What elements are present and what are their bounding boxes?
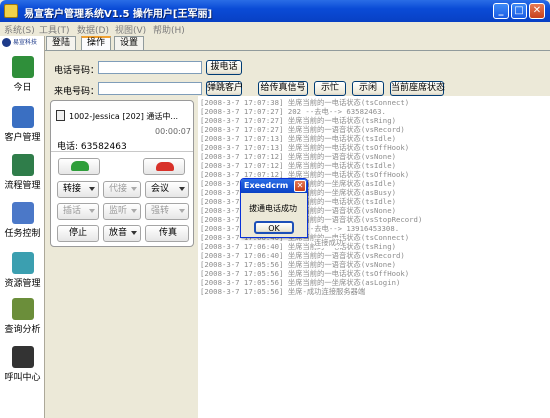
- title-bar[interactable]: 易宣客户管理系统V1.5 操作用户[王军丽] _ □ ✕: [0, 0, 550, 22]
- busy-button[interactable]: 示忙: [314, 81, 346, 96]
- log-overlay-text: 连接成功: [314, 238, 344, 248]
- answer-button[interactable]: [58, 158, 100, 175]
- chevron-down-icon: [131, 231, 137, 235]
- call-title: 1002-Jessica [202] 通话中...: [69, 112, 179, 121]
- sidebar-item-resources[interactable]: 资源管理: [0, 252, 45, 292]
- calendar-icon: [12, 56, 34, 78]
- workflow-icon: [12, 154, 34, 176]
- tab-login[interactable]: 登陆: [46, 36, 76, 50]
- event-log[interactable]: [2008-3-7 17:07:38] 坐席当前的一电话状态(tsConnect…: [198, 96, 550, 418]
- pickup-button[interactable]: 代接: [103, 181, 141, 198]
- tab-settings[interactable]: 设置: [114, 36, 144, 50]
- play-label: 放音: [109, 228, 128, 238]
- monitor-label: 监听: [109, 206, 128, 216]
- recycle-bin-icon: [12, 252, 34, 274]
- force-transfer-button[interactable]: 强转: [145, 203, 189, 220]
- popup-customer-button[interactable]: 弹跳客户: [206, 81, 243, 96]
- chevron-down-icon: [89, 187, 95, 191]
- search-analysis-icon: [12, 298, 34, 320]
- insert-label: 插话: [63, 206, 82, 216]
- chevron-down-icon: [89, 209, 95, 213]
- call-center-icon: [12, 346, 34, 368]
- menu-help[interactable]: 帮助(H): [153, 23, 185, 36]
- minimize-button[interactable]: _: [493, 3, 509, 19]
- sidebar-item-label: 任务控制: [4, 229, 41, 239]
- app-icon: [4, 4, 18, 18]
- conference-button[interactable]: 会议: [145, 181, 189, 198]
- close-button[interactable]: ✕: [529, 3, 545, 19]
- monitor-button[interactable]: 监听: [103, 203, 141, 220]
- sidebar-item-label: 今日: [13, 83, 32, 93]
- sidebar-item-query[interactable]: 查询分析: [0, 298, 45, 338]
- company-logo: 易宣科技: [2, 37, 44, 49]
- hangup-phone-icon: [156, 162, 174, 171]
- menu-tools[interactable]: 工具(T): [39, 23, 70, 36]
- transfer-label: 转接: [63, 184, 82, 194]
- play-button[interactable]: 放音: [103, 225, 141, 242]
- force-transfer-label: 强转: [151, 206, 170, 216]
- softphone-panel: 1002-Jessica [202] 通话中... 00:00:07 电话: 6…: [50, 100, 194, 247]
- dial-button[interactable]: 拔电话: [206, 60, 242, 75]
- seat-status-button[interactable]: 当前座席状态: [390, 81, 445, 96]
- sidebar-item-label: 客户管理: [4, 133, 41, 143]
- fax-button[interactable]: 传真: [145, 225, 189, 242]
- phone-number-label: 电话号码：: [54, 66, 100, 76]
- task-icon: [12, 202, 34, 224]
- message-dialog: Exeedcrm ✕ 拔通电话成功 OK: [240, 178, 308, 238]
- sidebar-item-callcenter[interactable]: 呼叫中心: [0, 346, 45, 386]
- menu-view[interactable]: 视图(V): [115, 23, 146, 36]
- chevron-down-icon: [179, 187, 185, 191]
- insert-button[interactable]: 插话: [57, 203, 99, 220]
- chevron-down-icon: [131, 187, 137, 191]
- fax-signal-button[interactable]: 给传真信号: [258, 81, 308, 96]
- idle-button[interactable]: 示闲: [352, 81, 384, 96]
- sidebar-item-customers[interactable]: 客户管理: [0, 106, 45, 146]
- pickup-label: 代接: [109, 184, 128, 194]
- sidebar-item-label: 呼叫中心: [4, 373, 41, 383]
- conference-label: 会议: [151, 184, 170, 194]
- menu-data[interactable]: 数据(D): [77, 23, 109, 36]
- phone-number-input[interactable]: [98, 61, 202, 74]
- phone-device-icon: [56, 110, 65, 121]
- logo-text: 易宣科技: [13, 39, 38, 46]
- tab-operate[interactable]: 操作: [81, 36, 111, 50]
- menu-bar: 系统(S) 工具(T) 数据(D) 视图(V) 帮助(H): [0, 22, 550, 36]
- sidebar-item-label: 查询分析: [4, 325, 41, 335]
- maximize-button[interactable]: □: [511, 3, 527, 19]
- transfer-button[interactable]: 转接: [57, 181, 99, 198]
- sidebar-item-tasks[interactable]: 任务控制: [0, 202, 45, 242]
- incoming-number-input[interactable]: [98, 82, 202, 95]
- stop-button[interactable]: 停止: [57, 225, 99, 242]
- dialog-close-button[interactable]: ✕: [294, 180, 306, 192]
- menu-system[interactable]: 系统(S): [4, 23, 35, 36]
- contacts-icon: [12, 106, 34, 128]
- dialog-ok-button[interactable]: OK: [254, 221, 294, 234]
- hangup-button[interactable]: [143, 158, 185, 175]
- sidebar-item-label: 流程管理: [4, 181, 41, 191]
- log-line: [2008-3-7 17:05:56] 坐席-成功连接服务器端: [200, 287, 366, 296]
- sidebar-item-label: 资源管理: [4, 279, 41, 289]
- answer-phone-icon: [71, 161, 89, 171]
- window-title: 易宣客户管理系统V1.5 操作用户[王军丽]: [24, 9, 213, 20]
- sidebar-item-today[interactable]: 今日: [0, 56, 45, 96]
- divider: [51, 151, 193, 152]
- chevron-down-icon: [131, 209, 137, 213]
- incoming-number-label: 来电号码：: [54, 87, 100, 97]
- sidebar-item-workflow[interactable]: 流程管理: [0, 154, 45, 194]
- call-timer: 00:00:07: [155, 127, 191, 136]
- chevron-down-icon: [179, 209, 185, 213]
- logo-icon: [2, 38, 11, 47]
- dialog-message: 拔通电话成功: [249, 204, 297, 213]
- sidebar: 易宣科技 今日 客户管理 流程管理 任务控制 资源管理 查询分析 呼叫中心: [0, 36, 45, 418]
